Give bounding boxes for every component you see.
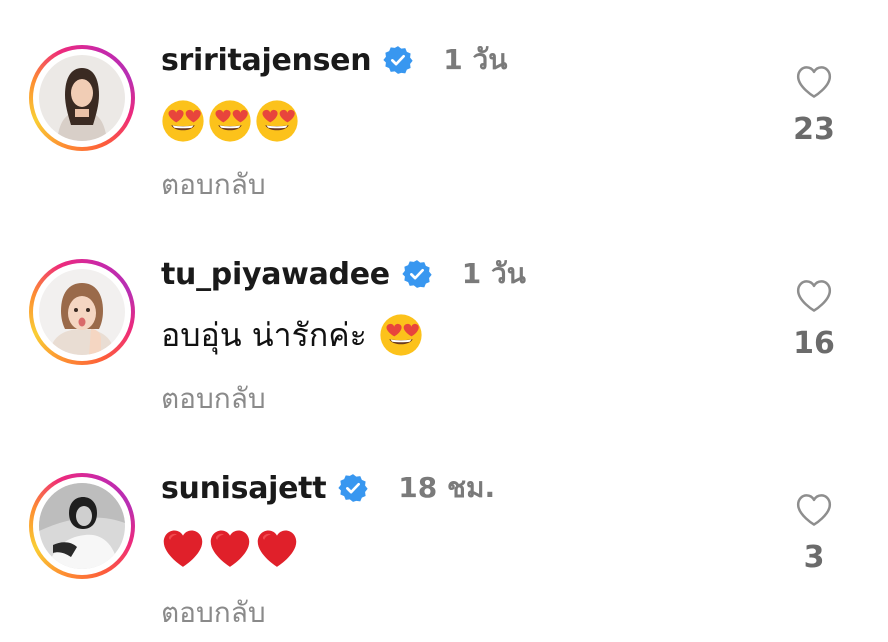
comment-timestamp[interactable]: 1 วัน <box>462 252 526 296</box>
reply-button[interactable]: ตอบกลับ <box>161 591 266 635</box>
heart-eyes-emoji-icon <box>208 99 252 143</box>
avatar[interactable] <box>39 269 125 355</box>
verified-badge-icon <box>338 473 368 503</box>
verified-badge-icon <box>402 259 432 289</box>
avatar-image <box>39 269 125 355</box>
avatar[interactable] <box>39 55 125 141</box>
like-count[interactable]: 23 <box>780 112 848 147</box>
verified-badge-icon <box>383 45 413 75</box>
username-link[interactable]: sriritajensen <box>161 43 372 78</box>
red-heart-emoji-icon <box>161 527 205 571</box>
reply-button[interactable]: ตอบกลับ <box>161 163 266 207</box>
like-control: 23 <box>780 62 848 147</box>
comment-item: sriritajensen 1 วัน ตอบกลับ 23 <box>0 0 888 214</box>
reply-button[interactable]: ตอบกลับ <box>161 377 266 421</box>
red-heart-emoji-icon <box>255 527 299 571</box>
story-ring[interactable] <box>29 473 135 579</box>
like-control: 3 <box>780 490 848 575</box>
comment-text-content: อบอุ่น น่ารักค่ะ <box>161 315 367 354</box>
story-ring[interactable] <box>29 45 135 151</box>
avatar[interactable] <box>39 483 125 569</box>
comment-header: tu_piyawadee 1 วัน <box>161 254 526 294</box>
comment-item: sunisajett 18 ชม. ตอบกลับ 3 <box>0 428 888 642</box>
heart-outline-icon[interactable] <box>794 62 834 102</box>
like-control: 16 <box>780 276 848 361</box>
comment-header: sunisajett 18 ชม. <box>161 468 495 508</box>
avatar-image <box>39 483 125 569</box>
heart-eyes-emoji-icon <box>379 313 423 357</box>
comment-timestamp[interactable]: 1 วัน <box>443 38 507 82</box>
username-link[interactable]: sunisajett <box>161 471 327 506</box>
like-count[interactable]: 16 <box>780 326 848 361</box>
comment-text: อบอุ่น น่ารักค่ะ <box>161 310 426 360</box>
comment-timestamp[interactable]: 18 ชม. <box>398 466 495 510</box>
red-heart-emoji-icon <box>208 527 252 571</box>
like-count[interactable]: 3 <box>780 540 848 575</box>
username-link[interactable]: tu_piyawadee <box>161 257 390 292</box>
comment-text <box>161 96 302 146</box>
comment-header: sriritajensen 1 วัน <box>161 40 507 80</box>
heart-eyes-emoji-icon <box>255 99 299 143</box>
heart-outline-icon[interactable] <box>794 490 834 530</box>
avatar-image <box>39 55 125 141</box>
story-ring[interactable] <box>29 259 135 365</box>
comment-item: tu_piyawadee 1 วัน อบอุ่น น่ารักค่ะ ตอบก… <box>0 214 888 428</box>
comment-text <box>161 524 302 574</box>
heart-eyes-emoji-icon <box>161 99 205 143</box>
heart-outline-icon[interactable] <box>794 276 834 316</box>
